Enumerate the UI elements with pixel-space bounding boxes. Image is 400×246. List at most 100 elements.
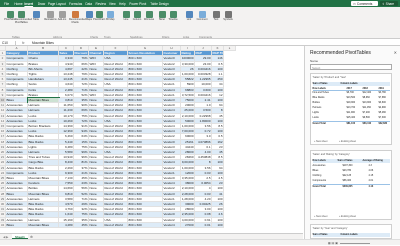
ribbon-button-timeline[interactable]: Timeline [167,11,179,22]
card-title: 'Sales' by 'Product' and 'Year' [312,75,347,79]
ribbon-button-label: Comment [196,18,208,21]
pivot-cell: $13,900 [362,101,372,105]
pivot-cell: Grand Total [312,184,326,188]
status-bar: ▦ ▤ ▣ [0,239,400,245]
ribbon-button-label: Column [132,18,142,21]
recommended-charts-icon [71,11,79,18]
pivot-row: Bike Racks $13,500 $8,960 $7,680 [313,96,390,100]
table-cell[interactable]: Bikes [6,222,28,228]
name-box[interactable]: C10 [2,40,16,45]
table-cell[interactable]: Mountain Bikes [28,222,59,228]
ribbon-button-recommended-charts[interactable]: Recommended Charts [69,11,86,25]
share-label: Share [385,1,395,6]
table-cell[interactable]: 4,280 [59,222,74,228]
menu-tab-table-design[interactable]: Table Design [150,2,168,6]
pivot-row: Clothing $22,125 4.15 [313,174,390,178]
pivot-header-cell: Column Labels [340,82,358,85]
timeline-icon [169,11,177,18]
text-icon [212,11,220,18]
pivot-cell: 4.15 [368,173,374,177]
table-icon [32,11,40,18]
ribbon-button-table[interactable]: Table [30,11,42,22]
menu-tab-power-pivot[interactable]: Power Pivot [129,2,146,6]
pivot-cell: $9,500 [362,116,370,120]
fx-icon[interactable]: fx [22,41,24,45]
menu-tab-formulas[interactable]: Formulas [69,2,82,6]
pivot-cell: Fins and Tubes [312,91,329,95]
existing-sheet-link[interactable]: + Existing sheet [339,215,356,218]
menu-tab-page-layout[interactable]: Page Layout [48,2,66,6]
ribbon-button-3d-map[interactable]: 3D Map [104,11,116,22]
pivot-name-input[interactable]: Select [310,64,392,70]
card-title: 'Sales' by 'Year' and 'Category' [312,226,348,230]
ribbon-insert: PivotTable Recommended PivotTables Table Il… [0,7,400,39]
pivot-column-cell: 2019 [378,86,384,90]
menu-tab-data[interactable]: Data [85,2,92,6]
add-sheet-icon[interactable]: ⊕ [30,235,33,239]
pivot-cell: $15,400 [346,116,356,120]
pivot-cell: $19,900 [346,101,356,105]
line-sparkline-icon [122,11,130,18]
pivot-row: Locks $15,400 $9,500 $7,300 [313,116,390,120]
pivot-row: Accessories $197,300 4.3 [313,164,390,168]
menu-tab-file[interactable]: File [4,2,9,6]
ribbon-button-recommended-pivottables[interactable]: Recommended PivotTables [15,11,32,25]
menu-tab-draw[interactable]: Draw [38,2,45,6]
table-cell[interactable]: 45% [74,222,89,228]
menu-tab-view[interactable]: View [109,2,116,6]
maps-icon [85,11,93,18]
comments-button[interactable]: ▭ Comments [351,0,378,7]
table-cell[interactable]: 0.01 [195,222,212,228]
pivot-cell: $12,400 [362,91,372,95]
pivot-cell: $11,450 [362,106,371,110]
menu-tab-home[interactable]: Home [14,2,23,6]
spreadsheet-grid[interactable]: A B C D E F G H I J K L 1 Category Product Sales Discoun… [0,46,303,233]
pivot-cell: $66,400 [342,178,352,182]
zoom-slider[interactable] [340,242,370,246]
ribbon-button-illustrations[interactable]: Illustrations [44,11,57,22]
table-cell[interactable]: 800 x 600 [128,222,163,228]
ribbon-button-comment[interactable]: Comment [196,11,208,22]
menu-tab-help[interactable]: Help [119,2,126,6]
pivot-suggestion-card[interactable]: 'Sales' by 'Year' and 'Category' Sum of S… [310,224,392,239]
column-sparkline-icon [133,11,141,18]
pivot-suggestion-card[interactable]: 'Sales' by 'Product' and 'Year' Sum of Sa… [310,73,392,145]
ribbon-button-column[interactable]: Column [131,11,143,22]
table-cell[interactable]: Vendor4 [163,222,181,228]
ribbon-button-symbols[interactable]: Symbols [222,11,234,22]
ribbon-button-label: Text [213,18,219,21]
pivot-cell: Lights [312,111,319,115]
menu-tab-insert[interactable]: Insert [24,2,33,6]
name-label: Name [310,59,319,63]
pivot-cell: $32,830 [378,122,388,126]
pivot-cell: $8,960 [362,96,370,100]
new-sheet-link[interactable]: + New sheet [314,215,327,218]
ribbon-button-text[interactable]: Text [210,11,222,22]
existing-sheet-link[interactable]: + Existing sheet [339,140,356,143]
pivot-row: Fins and Tubes $6,700 $12,400 $3,780 [313,91,390,95]
pivot-column-row: Row Labels 2017 2018 2019 [312,86,390,91]
pivot-suggestion-card[interactable]: 'Sales' and 'Rating' by 'Category' Row La… [310,150,392,220]
table-cell[interactable]: Rest of World [104,222,128,228]
pivot-column-cell: 2017 [346,86,352,90]
ribbon-button-link[interactable]: Link [183,11,195,22]
pivotchart-icon [95,11,103,18]
pivot-cell: Bike Racks [312,96,325,100]
menu-tab-review[interactable]: Review [96,2,106,6]
pivot-cell: Components [312,178,327,182]
table-cell[interactable]: None [89,222,104,228]
formula-input[interactable]: Mountain Bikes [32,41,54,45]
ribbon-button-add-ins[interactable]: Add-ins [56,11,68,22]
pivot-cell: $13,700 [346,106,356,110]
pivot-cell: $6,700 [346,91,354,95]
pivot-cell: $3,780 [378,91,386,95]
pivot-cell: $7,200 [362,111,370,115]
ribbon-button-label: Recommended Charts [69,18,86,24]
ribbon-button-win-loss[interactable]: Win/Loss [143,11,155,22]
view-buttons-icon[interactable]: ▦ ▤ ▣ [328,241,338,245]
close-icon[interactable]: ✕ [394,50,397,55]
share-button[interactable]: ⇪ Share [380,0,398,7]
table-cell[interactable]: 27000 [181,222,195,228]
new-sheet-link[interactable]: + New sheet [314,140,327,143]
table-cell[interactable]: 100 [212,222,224,228]
